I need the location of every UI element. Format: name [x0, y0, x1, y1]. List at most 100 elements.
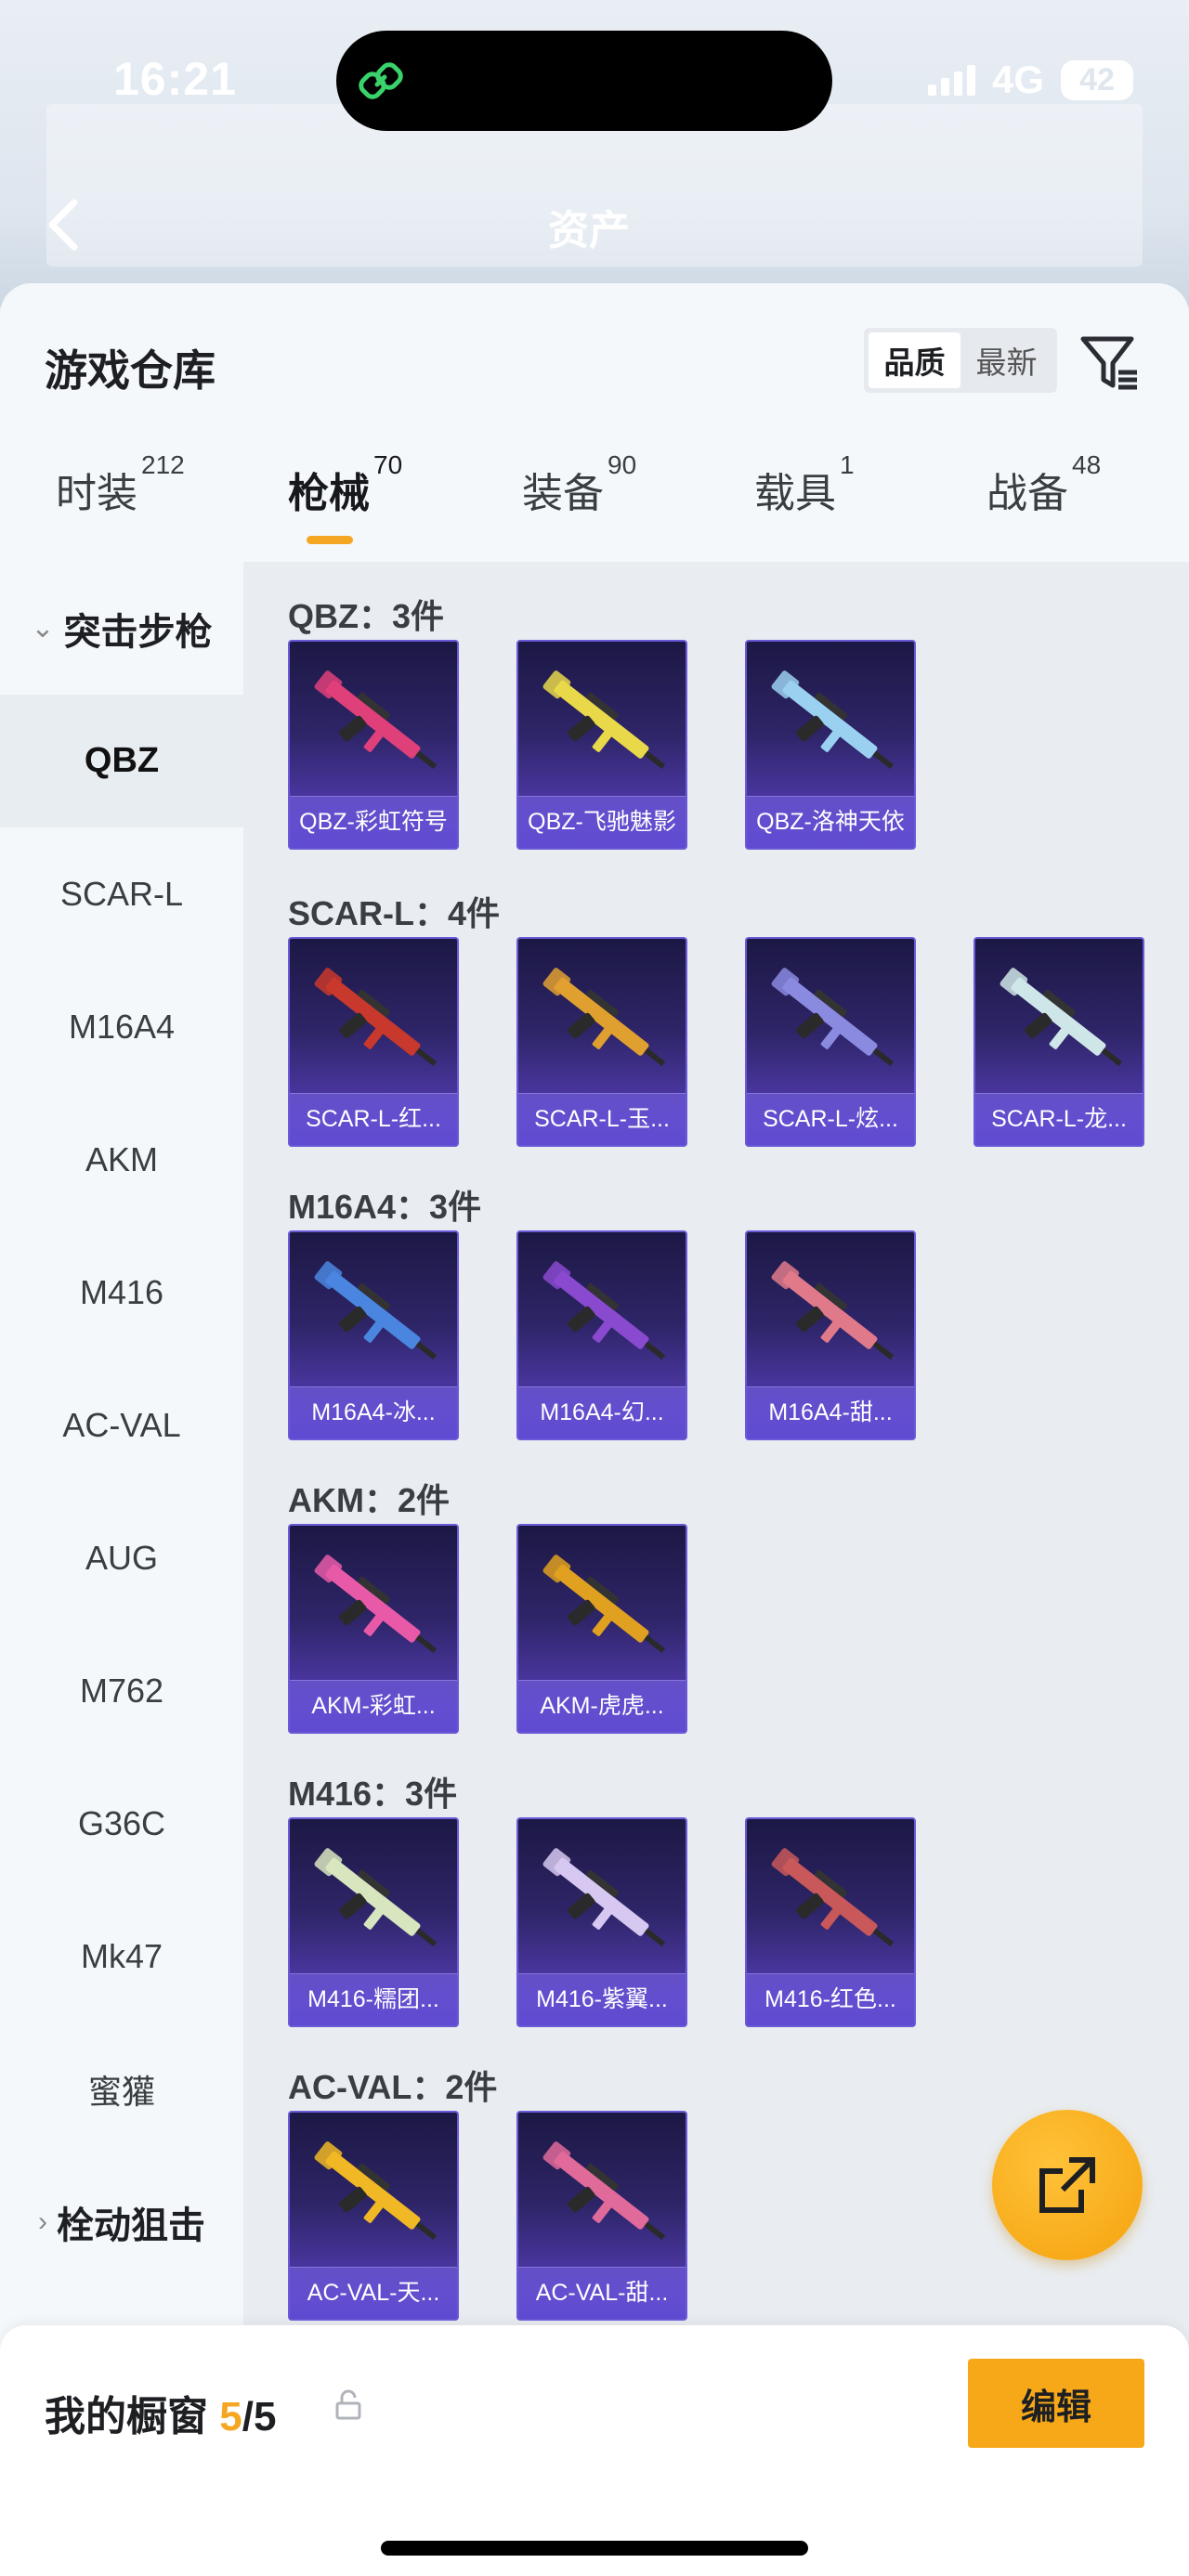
weapon-skin-card[interactable]: AC-VAL-天... [288, 2111, 459, 2321]
sidebar-item-honey-badger[interactable]: 蜜獾 [0, 2023, 243, 2155]
weapon-skin-name: M16A4-幻... [540, 1399, 664, 1425]
group-title: AKM：2件 [288, 1481, 451, 1519]
weapon-skin-card[interactable]: SCAR-L-炫... [745, 937, 916, 1147]
filter-icon[interactable] [1078, 330, 1143, 395]
sidebar-item-m762[interactable]: M762 [0, 1624, 243, 1757]
weapon-skin-card[interactable]: QBZ-彩虹符号 [288, 640, 459, 850]
sidebar-item-scar-l[interactable]: SCAR-L [0, 827, 243, 960]
share-external-icon [1039, 2157, 1095, 2213]
status-indicators: 4G 42 [927, 58, 1133, 102]
sheet-header: 游戏仓库 品质 最新 时装212 枪械70 装备90 载具1 战备48 [0, 283, 1189, 562]
rifle-icon [542, 1555, 666, 1654]
category-tabs: 时装212 枪械70 装备90 载具1 战备48 [0, 450, 1189, 562]
rifle-icon [771, 968, 895, 1067]
rifle-icon [314, 1261, 438, 1360]
home-indicator [381, 2541, 808, 2556]
tab-battle-prep[interactable]: 战备48 [986, 450, 1101, 519]
weapon-skin-card[interactable]: M16A4-冰... [288, 1230, 459, 1440]
weapon-skin-card[interactable]: M416-紫翼... [516, 1817, 687, 2027]
rifle-icon [542, 2141, 666, 2241]
rifle-icon [314, 968, 438, 1067]
group-title: M16A4：3件 [288, 1188, 482, 1226]
weapon-skin-name: QBZ-彩虹符号 [299, 809, 448, 835]
weapon-grid: QBZ：3件 QBZ-彩虹符号 QBZ-飞驰魅影 QBZ-洛神天依 SCAR-L：4件 S… [243, 562, 1189, 2576]
showcase-title: 我的橱窗 5/5 [45, 2394, 277, 2439]
tab-firearms[interactable]: 枪械70 [288, 450, 402, 519]
rifle-icon [1000, 968, 1123, 1067]
sidebar-item-akm[interactable]: AKM [0, 1093, 243, 1226]
weapon-sidebar: ⌄ 突击步枪 QBZ SCAR-L M16A4 AKM M416 AC-VAL A… [0, 562, 243, 2576]
rifle-icon [314, 1555, 438, 1654]
tab-fashion[interactable]: 时装212 [56, 450, 185, 519]
weapon-skin-card[interactable]: M16A4-甜... [745, 1230, 916, 1440]
rifle-icon [542, 1261, 666, 1360]
rifle-icon [771, 670, 895, 770]
weapon-skin-name: M416-紫翼... [536, 1986, 668, 2012]
lock-icon [335, 2389, 361, 2420]
sort-toggle: 品质 最新 [864, 328, 1057, 393]
back-arrow-icon[interactable] [41, 195, 87, 254]
sidebar-item-aug[interactable]: AUG [0, 1491, 243, 1624]
weapon-skin-card[interactable]: M16A4-幻... [516, 1230, 687, 1440]
sidebar-item-m416[interactable]: M416 [0, 1226, 243, 1359]
weapon-skin-card[interactable]: M416-红色... [745, 1817, 916, 2027]
rifle-icon [771, 1261, 895, 1360]
sidebar-item-g36c[interactable]: G36C [0, 1757, 243, 1890]
link-icon [359, 62, 403, 99]
weapon-skin-name: M16A4-冰... [311, 1399, 436, 1425]
weapon-skin-card[interactable]: SCAR-L-红... [288, 937, 459, 1147]
tab-vehicles[interactable]: 载具1 [754, 450, 855, 519]
signal-icon [927, 64, 975, 96]
weapon-skin-name: SCAR-L-红... [306, 1106, 441, 1132]
weapon-skin-name: SCAR-L-炫... [763, 1106, 898, 1132]
sidebar-item-qbz[interactable]: QBZ [0, 695, 243, 827]
dynamic-island [336, 31, 832, 131]
category-bolt-sniper[interactable]: › 栓动狙击 [0, 2155, 243, 2288]
network-type: 4G [991, 58, 1044, 101]
weapon-skin-card[interactable]: AC-VAL-甜... [516, 2111, 687, 2321]
sort-newest-option[interactable]: 最新 [960, 332, 1052, 388]
weapon-skin-card[interactable]: M416-糯团... [288, 1817, 459, 2027]
weapon-skin-card[interactable]: AKM-虎虎... [516, 1524, 687, 1734]
chevron-right-icon: › [38, 2205, 47, 2237]
group-title: AC-VAL：2件 [288, 2068, 498, 2106]
rifle-icon [542, 1848, 666, 1947]
weapon-skin-name: AKM-彩虹... [311, 1693, 436, 1719]
rifle-icon [542, 968, 666, 1067]
weapon-skin-card[interactable]: SCAR-L-玉... [516, 937, 687, 1147]
category-assault-rifle[interactable]: ⌄ 突击步枪 [0, 562, 243, 695]
sidebar-item-m16a4[interactable]: M16A4 [0, 960, 243, 1093]
weapon-skin-card[interactable]: SCAR-L-龙... [973, 937, 1144, 1147]
sidebar-item-mk47[interactable]: Mk47 [0, 1890, 243, 2023]
page-title: 资产 [548, 208, 630, 254]
weapon-skin-name: AC-VAL-天... [307, 2280, 440, 2306]
tab-equipment[interactable]: 装备90 [522, 450, 636, 519]
rifle-icon [542, 670, 666, 770]
status-time: 16:21 [113, 53, 237, 105]
sidebar-item-ac-val[interactable]: AC-VAL [0, 1359, 243, 1491]
weapon-skin-name: M16A4-甜... [768, 1399, 893, 1425]
weapon-skin-name: M416-糯团... [307, 1986, 439, 2012]
weapon-skin-card[interactable]: AKM-彩虹... [288, 1524, 459, 1734]
weapon-skin-name: AKM-虎虎... [540, 1693, 664, 1719]
rifle-icon [314, 2141, 438, 2241]
battery-level: 42 [1061, 59, 1133, 100]
weapon-skin-name: QBZ-飞驰魅影 [528, 809, 676, 835]
weapon-skin-name: SCAR-L-龙... [991, 1106, 1127, 1132]
group-title: SCAR-L：4件 [288, 894, 501, 932]
weapon-skin-name: M416-红色... [764, 1986, 896, 2012]
rifle-icon [314, 1848, 438, 1947]
group-title: QBZ：3件 [288, 597, 445, 635]
sort-quality-option[interactable]: 品质 [869, 332, 960, 388]
weapon-skin-name: SCAR-L-玉... [534, 1106, 670, 1132]
weapon-skin-card[interactable]: QBZ-飞驰魅影 [516, 640, 687, 850]
weapon-skin-name: AC-VAL-甜... [535, 2280, 669, 2306]
rifle-icon [771, 1848, 895, 1947]
group-title: M416：3件 [288, 1775, 458, 1813]
warehouse-title: 游戏仓库 [45, 346, 216, 395]
weapon-skin-card[interactable]: QBZ-洛神天依 [745, 640, 916, 850]
showcase-bar: 我的橱窗 5/5 编辑 [0, 2325, 1189, 2576]
chevron-down-icon: ⌄ [31, 613, 55, 644]
share-button[interactable] [992, 2110, 1143, 2260]
edit-button[interactable]: 编辑 [968, 2359, 1144, 2448]
